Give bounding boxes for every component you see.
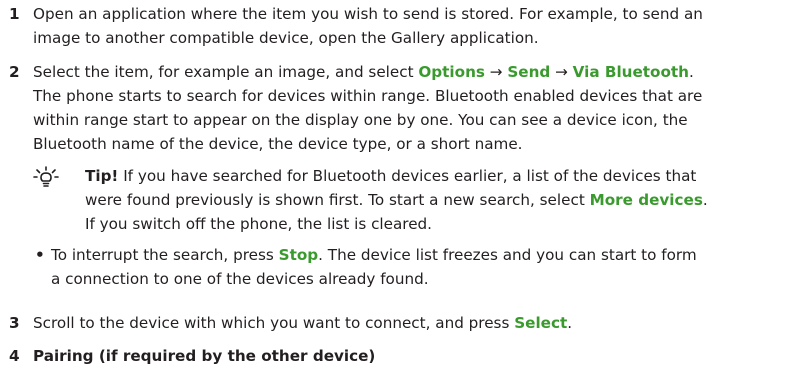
tip-line: were found previously is shown first. To… [85, 188, 708, 212]
period: . [567, 314, 573, 332]
step-number: 3 [9, 314, 20, 332]
tip-text: Tip! If you have searched for Bluetooth … [85, 164, 708, 236]
step-number: 1 [9, 5, 20, 23]
step-number: 4 [9, 347, 20, 365]
tip-label: Tip! [85, 167, 119, 185]
bullet-line: To interrupt the search, press Stop. The… [51, 243, 697, 267]
more-devices-label: More devices [589, 191, 703, 209]
bullet-line: a connection to one of the devices alrea… [51, 270, 429, 288]
via-bluetooth-label: Via Bluetooth [572, 63, 689, 81]
options-label: Options [418, 63, 485, 81]
step-number: 2 [9, 63, 20, 81]
step-text: Open an application where the item you w… [33, 2, 802, 50]
step-text: Select the item, for example an image, a… [33, 60, 802, 156]
step-line-text: Select the item, for example an image, a… [33, 63, 419, 81]
stop-label: Stop [278, 246, 319, 264]
send-label: Send [507, 63, 551, 81]
bullet-dot: • [35, 246, 45, 264]
arrow-right-icon: → [555, 63, 568, 81]
step-line: Scroll to the device with which you want… [33, 311, 802, 335]
step-line: image to another compatible device, open… [33, 29, 539, 47]
lightbulb-icon [33, 166, 59, 187]
tip-line: Tip! If you have searched for Bluetooth … [85, 164, 708, 188]
period: . [702, 191, 708, 209]
step-line: Open an application where the item you w… [33, 5, 703, 23]
step-line: Select the item, for example an image, a… [33, 60, 802, 84]
step-text: Pairing (if required by the other device… [33, 344, 802, 368]
bullet-text: To interrupt the search, press Stop. The… [51, 243, 697, 291]
period: . [688, 63, 694, 81]
step-text: Scroll to the device with which you want… [33, 311, 802, 335]
step-line-text: Scroll to the device with which you want… [33, 314, 515, 332]
bullet-line-text: To interrupt the search, press [51, 246, 279, 264]
select-label: Select [514, 314, 568, 332]
bullet-line-text: . The device list freezes and you can st… [318, 246, 697, 264]
step-line: within range start to appear on the disp… [33, 111, 688, 129]
step-line: The phone starts to search for devices w… [33, 87, 703, 105]
tip-line-text: were found previously is shown first. To… [85, 191, 590, 209]
tip-line: If you switch off the phone, the list is… [85, 215, 433, 233]
step-heading: Pairing (if required by the other device… [33, 347, 376, 365]
tip-line-text: If you have searched for Bluetooth devic… [118, 167, 697, 185]
arrow-right-icon: → [489, 63, 503, 81]
step-line: Bluetooth name of the device, the device… [33, 135, 523, 153]
